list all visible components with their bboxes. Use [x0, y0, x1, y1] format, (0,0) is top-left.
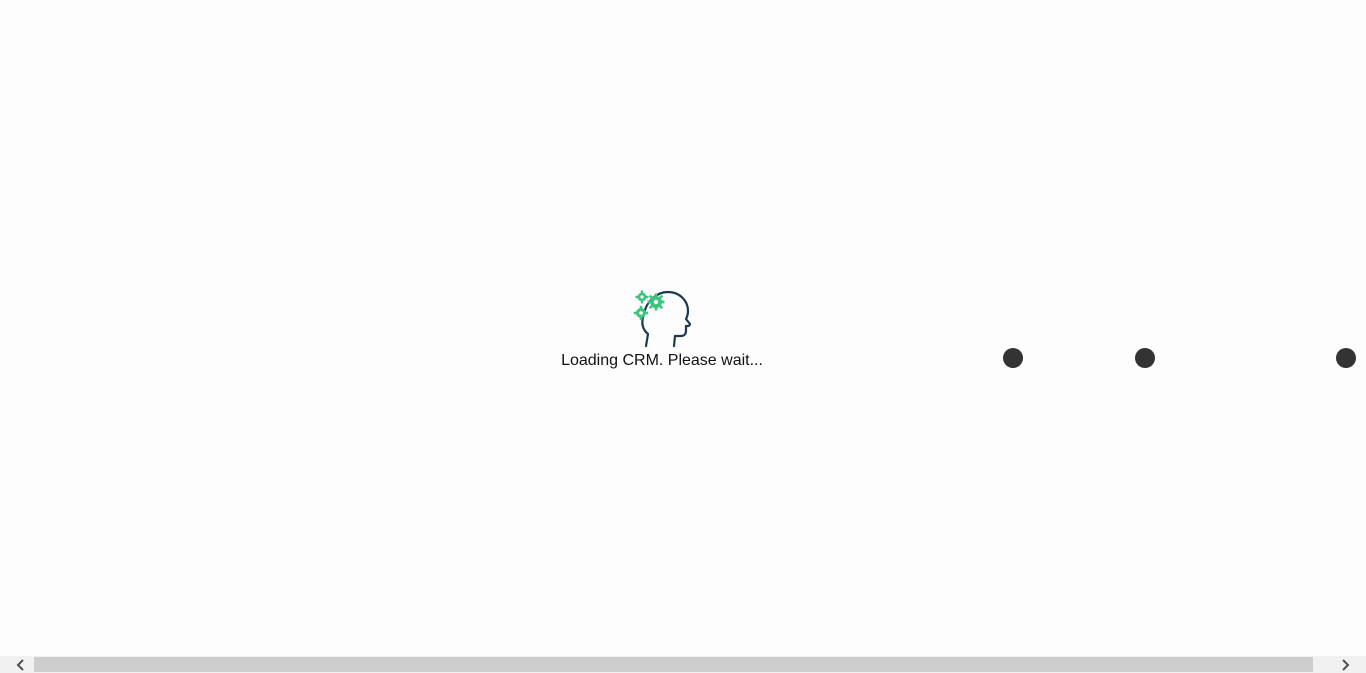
horizontal-scrollbar[interactable] — [0, 656, 1366, 673]
loading-page: Loading CRM. Please wait... — [0, 0, 1366, 673]
scroll-left-button[interactable] — [12, 656, 29, 673]
head-with-gears-icon — [633, 290, 692, 348]
progress-dot — [1003, 348, 1023, 368]
progress-dot — [1135, 348, 1155, 368]
progress-dot — [1336, 348, 1356, 368]
loading-message: Loading CRM. Please wait... — [561, 352, 763, 369]
scrollbar-thumb[interactable] — [34, 657, 1313, 672]
loading-indicator: Loading CRM. Please wait... — [548, 286, 776, 376]
scroll-right-button[interactable] — [1336, 656, 1353, 673]
chevron-right-icon — [1341, 658, 1349, 671]
chevron-left-icon — [16, 658, 24, 671]
